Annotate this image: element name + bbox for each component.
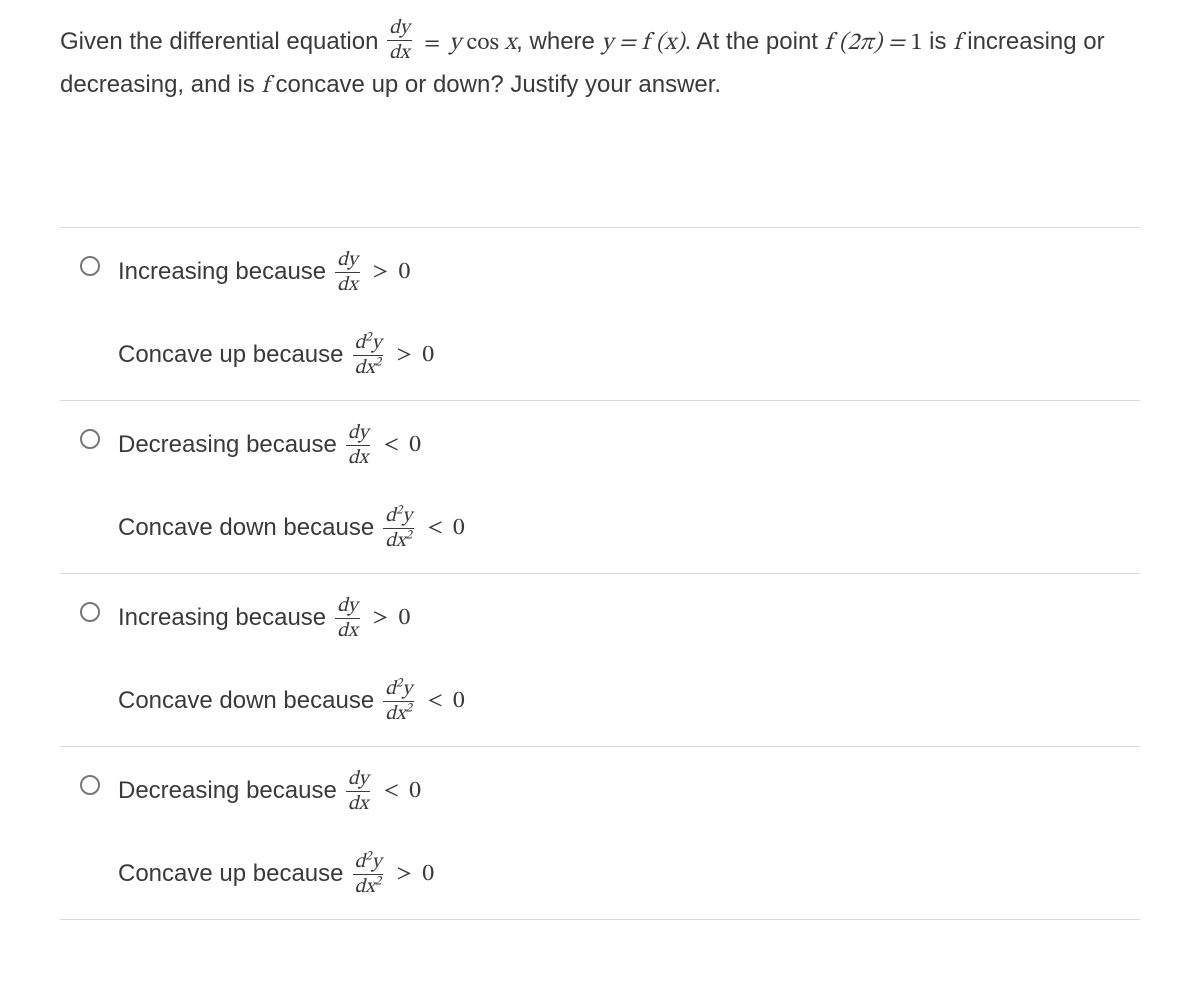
fraction-dy-dx: dy dx: [346, 769, 370, 814]
option-label: Decreasing because: [118, 777, 337, 805]
fraction-dy-dx: dy dx: [346, 423, 370, 468]
option-line-2: Concave down because d2y dx2 < 0: [118, 506, 1130, 551]
fraction-d2y-dx2: d2y dx2: [353, 333, 384, 378]
option-line-2: Concave down because d2y dx2 < 0: [118, 679, 1130, 724]
question-part: . At the point: [685, 28, 825, 55]
option-line-1: Increasing because dy dx > 0: [118, 250, 1130, 295]
option-label: Increasing because: [118, 604, 326, 632]
fraction-dy-dx: dy dx: [387, 18, 411, 63]
relation-sign: >: [373, 604, 389, 632]
fraction-num: dy: [335, 250, 359, 272]
zero: 0: [453, 513, 465, 543]
zero: 0: [398, 603, 410, 633]
option-line-1: Decreasing because dy dx < 0: [118, 423, 1130, 468]
fraction-den: dx: [335, 618, 359, 641]
option-line-1: Increasing because dy dx > 0: [118, 596, 1130, 641]
fraction-den: dx2: [353, 355, 384, 378]
radio-icon[interactable]: [80, 775, 100, 795]
f-symbol: f: [261, 74, 268, 98]
rhs-expression: y cos x: [449, 31, 516, 55]
fraction-num: d2y: [353, 852, 384, 874]
option-label: Increasing because: [118, 258, 326, 286]
option-body: Decreasing because dy dx < 0 Concave dow…: [118, 423, 1130, 551]
relation-sign: <: [427, 687, 443, 715]
question-part: concave up or down? Justify your answer.: [269, 71, 721, 98]
relation-sign: <: [427, 514, 443, 542]
options-list: Increasing because dy dx > 0 Concave up …: [60, 227, 1140, 920]
option-label: Concave down because: [118, 687, 374, 715]
radio-icon[interactable]: [80, 602, 100, 622]
fraction-den: dx: [346, 791, 370, 814]
fraction-num: d2y: [383, 506, 414, 528]
f-symbol: f: [953, 31, 960, 55]
radio-icon[interactable]: [80, 256, 100, 276]
fraction-num: dy: [346, 769, 370, 791]
option-line-2: Concave up because d2y dx2 > 0: [118, 852, 1130, 897]
option-label: Concave down because: [118, 514, 374, 542]
fraction-num: dy: [335, 596, 359, 618]
fraction-den: dx: [387, 40, 411, 63]
zero: 0: [398, 257, 410, 287]
fraction-den: dx2: [383, 528, 414, 551]
equals-sign: =: [424, 33, 445, 55]
relation-sign: >: [396, 860, 412, 888]
fraction-dy-dx: dy dx: [335, 596, 359, 641]
zero: 0: [422, 340, 434, 370]
question-part: is: [923, 28, 954, 55]
fraction-den: dx2: [353, 874, 384, 897]
option-1[interactable]: Increasing because dy dx > 0 Concave up …: [60, 228, 1140, 401]
fraction-d2y-dx2: d2y dx2: [383, 679, 414, 724]
option-line-2: Concave up because d2y dx2 > 0: [118, 333, 1130, 378]
option-3[interactable]: Increasing because dy dx > 0 Concave dow…: [60, 574, 1140, 747]
question-part: Given the differential equation: [60, 28, 385, 55]
fraction-den: dx2: [383, 701, 414, 724]
fraction-d2y-dx2: d2y dx2: [353, 852, 384, 897]
option-4[interactable]: Decreasing because dy dx < 0 Concave up …: [60, 747, 1140, 920]
fraction-num: dy: [387, 18, 411, 40]
option-body: Decreasing because dy dx < 0 Concave up …: [118, 769, 1130, 897]
f-at-2pi: f (2π) = 1: [825, 31, 923, 55]
option-body: Increasing because dy dx > 0 Concave dow…: [118, 596, 1130, 724]
option-body: Increasing because dy dx > 0 Concave up …: [118, 250, 1130, 378]
option-label: Concave up because: [118, 860, 344, 888]
zero: 0: [422, 859, 434, 889]
zero: 0: [453, 686, 465, 716]
zero: 0: [409, 776, 421, 806]
relation-sign: >: [396, 341, 412, 369]
question-text: Given the differential equation dy dx = …: [60, 20, 1140, 107]
fraction-num: d2y: [383, 679, 414, 701]
option-line-1: Decreasing because dy dx < 0: [118, 769, 1130, 814]
radio-icon[interactable]: [80, 429, 100, 449]
fraction-num: d2y: [353, 333, 384, 355]
option-label: Concave up because: [118, 341, 344, 369]
fraction-den: dx: [335, 272, 359, 295]
question-part: , where: [516, 28, 601, 55]
y-equals-fx: y = f (x): [602, 31, 685, 55]
fraction-dy-dx: dy dx: [335, 250, 359, 295]
zero: 0: [409, 430, 421, 460]
fraction-num: dy: [346, 423, 370, 445]
relation-sign: >: [373, 258, 389, 286]
fraction-den: dx: [346, 445, 370, 468]
option-2[interactable]: Decreasing because dy dx < 0 Concave dow…: [60, 401, 1140, 574]
relation-sign: <: [383, 431, 399, 459]
relation-sign: <: [383, 777, 399, 805]
option-label: Decreasing because: [118, 431, 337, 459]
fraction-d2y-dx2: d2y dx2: [383, 506, 414, 551]
